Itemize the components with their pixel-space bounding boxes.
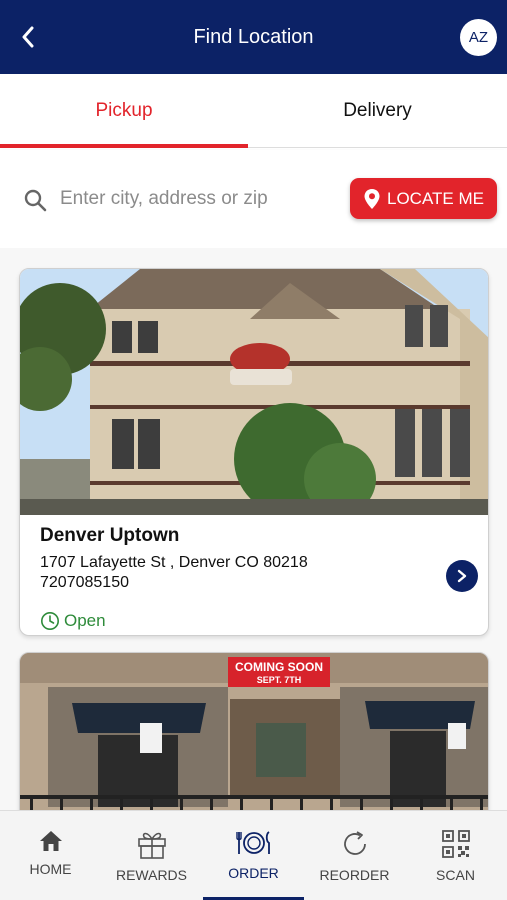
tab-delivery[interactable]: Delivery: [248, 74, 507, 148]
search-bar: LOCATE ME: [0, 150, 507, 248]
app-header: Find Location AZ: [0, 0, 507, 74]
map-pin-icon: [364, 188, 380, 209]
page-title: Find Location: [193, 26, 314, 48]
open-status: Open: [40, 611, 468, 631]
tab-pickup[interactable]: Pickup: [0, 74, 248, 148]
view-location-button[interactable]: [446, 560, 478, 592]
nav-scan-label: SCAN: [436, 867, 475, 883]
locate-me-button[interactable]: LOCATE ME: [350, 178, 497, 219]
nav-rewards-label: REWARDS: [115, 867, 188, 883]
status-label: Open: [64, 611, 106, 630]
chevron-right-icon: [457, 569, 467, 583]
nav-scan[interactable]: SCAN: [405, 811, 506, 900]
store-phone: 7207085150: [40, 574, 129, 591]
nav-reorder[interactable]: REORDER: [304, 811, 405, 900]
home-icon: [39, 831, 62, 851]
active-tab-indicator: [0, 144, 248, 148]
nav-home[interactable]: HOME: [0, 811, 101, 900]
store-address: 1707 Lafayette St , Denver CO 80218: [40, 554, 308, 571]
order-type-tabs: Pickup Delivery: [0, 74, 507, 148]
clock-icon: [41, 612, 59, 630]
locate-me-label: LOCATE ME: [387, 188, 484, 208]
opening-date-sign: SEPT. 7TH: [257, 675, 302, 685]
location-details: Denver Uptown 1707 Lafayette St , Denver…: [20, 515, 488, 635]
store-name: Denver Uptown: [40, 525, 180, 546]
location-list[interactable]: Denver Uptown 1707 Lafayette St , Denver…: [0, 248, 507, 810]
plate-icon: [235, 831, 270, 854]
nav-home-label: HOME: [29, 861, 72, 877]
search-icon: [24, 189, 47, 212]
nav-order[interactable]: ORDER: [203, 811, 304, 900]
coming-soon-sign: COMING SOON: [235, 660, 323, 674]
gift-icon: [137, 832, 166, 859]
search-input[interactable]: [60, 184, 330, 214]
location-card[interactable]: COMING SOON SEPT. 7TH: [19, 652, 489, 810]
nav-rewards[interactable]: REWARDS: [101, 811, 202, 900]
nav-reorder-label: REORDER: [319, 867, 390, 883]
bottom-navigation: HOME REWARDS ORDER REORDER SCAN: [0, 810, 507, 900]
store-photo: [20, 269, 488, 515]
location-card[interactable]: Denver Uptown 1707 Lafayette St , Denver…: [19, 268, 489, 636]
qr-icon: [441, 830, 470, 858]
nav-order-label: ORDER: [228, 865, 279, 881]
store-photo: COMING SOON SEPT. 7TH: [20, 653, 488, 810]
avatar[interactable]: AZ: [460, 19, 497, 56]
refresh-icon: [343, 831, 366, 855]
